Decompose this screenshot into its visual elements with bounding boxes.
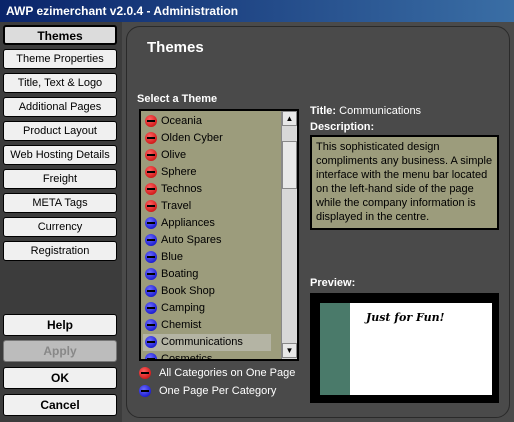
legend-per-category: One Page Per Category — [139, 385, 276, 397]
title-label: Title: Communications — [310, 105, 421, 117]
blue-category-icon — [145, 268, 157, 280]
theme-list-item[interactable]: Olive — [143, 147, 271, 164]
preview-page: Just for Fun! — [320, 303, 492, 395]
preview-sidebar — [320, 303, 350, 395]
blue-category-icon — [145, 319, 157, 331]
scroll-down-icon[interactable]: ▼ — [282, 343, 297, 358]
apply-button[interactable]: Apply — [3, 340, 117, 362]
theme-list-item[interactable]: Cosmetics — [143, 351, 271, 361]
blue-category-icon — [145, 336, 157, 348]
theme-item-label: Appliances — [161, 217, 215, 229]
theme-list-item[interactable]: Communications — [143, 334, 271, 351]
theme-list-item[interactable]: Olden Cyber — [143, 130, 271, 147]
nav-title-text-logo-button[interactable]: Title, Text & Logo — [3, 73, 117, 93]
legend-all-categories: All Categories on One Page — [139, 367, 295, 379]
panel-title: Themes — [147, 39, 204, 56]
theme-list-item[interactable]: Boating — [143, 266, 271, 283]
nav-registration-button[interactable]: Registration — [3, 241, 117, 261]
theme-list-item[interactable]: Sphere — [143, 164, 271, 181]
themes-panel: Themes Select a Theme Oceania Olden Cyber… — [126, 26, 510, 418]
nav-product-layout-button[interactable]: Product Layout — [3, 121, 117, 141]
theme-item-label: Travel — [161, 200, 192, 212]
red-category-icon — [145, 183, 157, 195]
preview-logo: Just for Fun! — [366, 311, 445, 324]
cancel-button[interactable]: Cancel — [3, 394, 117, 416]
blue-category-icon — [145, 302, 157, 314]
scroll-thumb[interactable] — [282, 141, 297, 189]
nav-themes-button[interactable]: Themes — [3, 25, 117, 45]
nav-theme-properties-button[interactable]: Theme Properties — [3, 49, 117, 69]
theme-list-item[interactable]: Book Shop — [143, 283, 271, 300]
blue-category-icon — [139, 385, 151, 397]
nav-currency-button[interactable]: Currency — [3, 217, 117, 237]
blue-category-icon — [145, 285, 157, 297]
sidebar: Themes Theme Properties Title, Text & Lo… — [0, 22, 122, 422]
red-category-icon — [139, 367, 151, 379]
theme-item-label: Auto Spares — [161, 234, 222, 246]
theme-list-item[interactable]: Oceania — [143, 113, 271, 130]
theme-item-label: Technos — [161, 183, 202, 195]
legend-all-label: All Categories on One Page — [159, 367, 296, 379]
red-category-icon — [145, 166, 157, 178]
window-title: AWP ezimerchant v2.0.4 - Administration — [0, 0, 514, 22]
theme-scrollbar[interactable]: ▲ ▼ — [281, 111, 297, 359]
blue-category-icon — [145, 251, 157, 263]
legend-per-label: One Page Per Category — [159, 385, 277, 397]
theme-item-label: Oceania — [161, 115, 202, 127]
theme-list-item[interactable]: Camping — [143, 300, 271, 317]
theme-list-item[interactable]: Blue — [143, 249, 271, 266]
theme-list-item[interactable]: Auto Spares — [143, 232, 271, 249]
nav-freight-button[interactable]: Freight — [3, 169, 117, 189]
red-category-icon — [145, 115, 157, 127]
theme-listbox[interactable]: Oceania Olden Cyber Olive Sphere Technos Trav… — [139, 109, 299, 361]
theme-item-label: Communications — [161, 336, 243, 348]
theme-list-item[interactable]: Technos — [143, 181, 271, 198]
theme-item-label: Cosmetics — [161, 353, 213, 361]
red-category-icon — [145, 132, 157, 144]
title-label-text: Title: — [310, 105, 337, 117]
nav-meta-tags-button[interactable]: META Tags — [3, 193, 117, 213]
preview-label: Preview: — [310, 277, 356, 289]
help-button[interactable]: Help — [3, 314, 117, 336]
theme-item-label: Olden Cyber — [161, 132, 223, 144]
theme-item-label: Blue — [161, 251, 184, 263]
ok-button[interactable]: OK — [3, 367, 117, 389]
theme-item-label: Chemist — [161, 319, 202, 331]
theme-item-label: Sphere — [161, 166, 197, 178]
blue-category-icon — [145, 217, 157, 229]
description-label: Description: — [310, 121, 375, 133]
select-theme-label: Select a Theme — [137, 93, 218, 105]
theme-list-item[interactable]: Chemist — [143, 317, 271, 334]
nav-web-hosting-button[interactable]: Web Hosting Details — [3, 145, 117, 165]
description-text: This sophisticated design compliments an… — [310, 135, 499, 230]
theme-list-item[interactable]: Travel — [143, 198, 271, 215]
theme-item-label: Camping — [161, 302, 206, 314]
blue-category-icon — [145, 234, 157, 246]
theme-preview: Just for Fun! — [310, 293, 499, 403]
theme-item-label: Olive — [161, 149, 187, 161]
theme-list-item[interactable]: Appliances — [143, 215, 271, 232]
title-value: Communications — [339, 105, 422, 117]
red-category-icon — [145, 200, 157, 212]
theme-item-label: Boating — [161, 268, 199, 280]
blue-category-icon — [145, 353, 157, 359]
red-category-icon — [145, 149, 157, 161]
nav-additional-pages-button[interactable]: Additional Pages — [3, 97, 117, 117]
main-window: Themes Theme Properties Title, Text & Lo… — [0, 22, 514, 422]
scroll-up-icon[interactable]: ▲ — [282, 111, 297, 126]
theme-item-label: Book Shop — [161, 285, 215, 297]
